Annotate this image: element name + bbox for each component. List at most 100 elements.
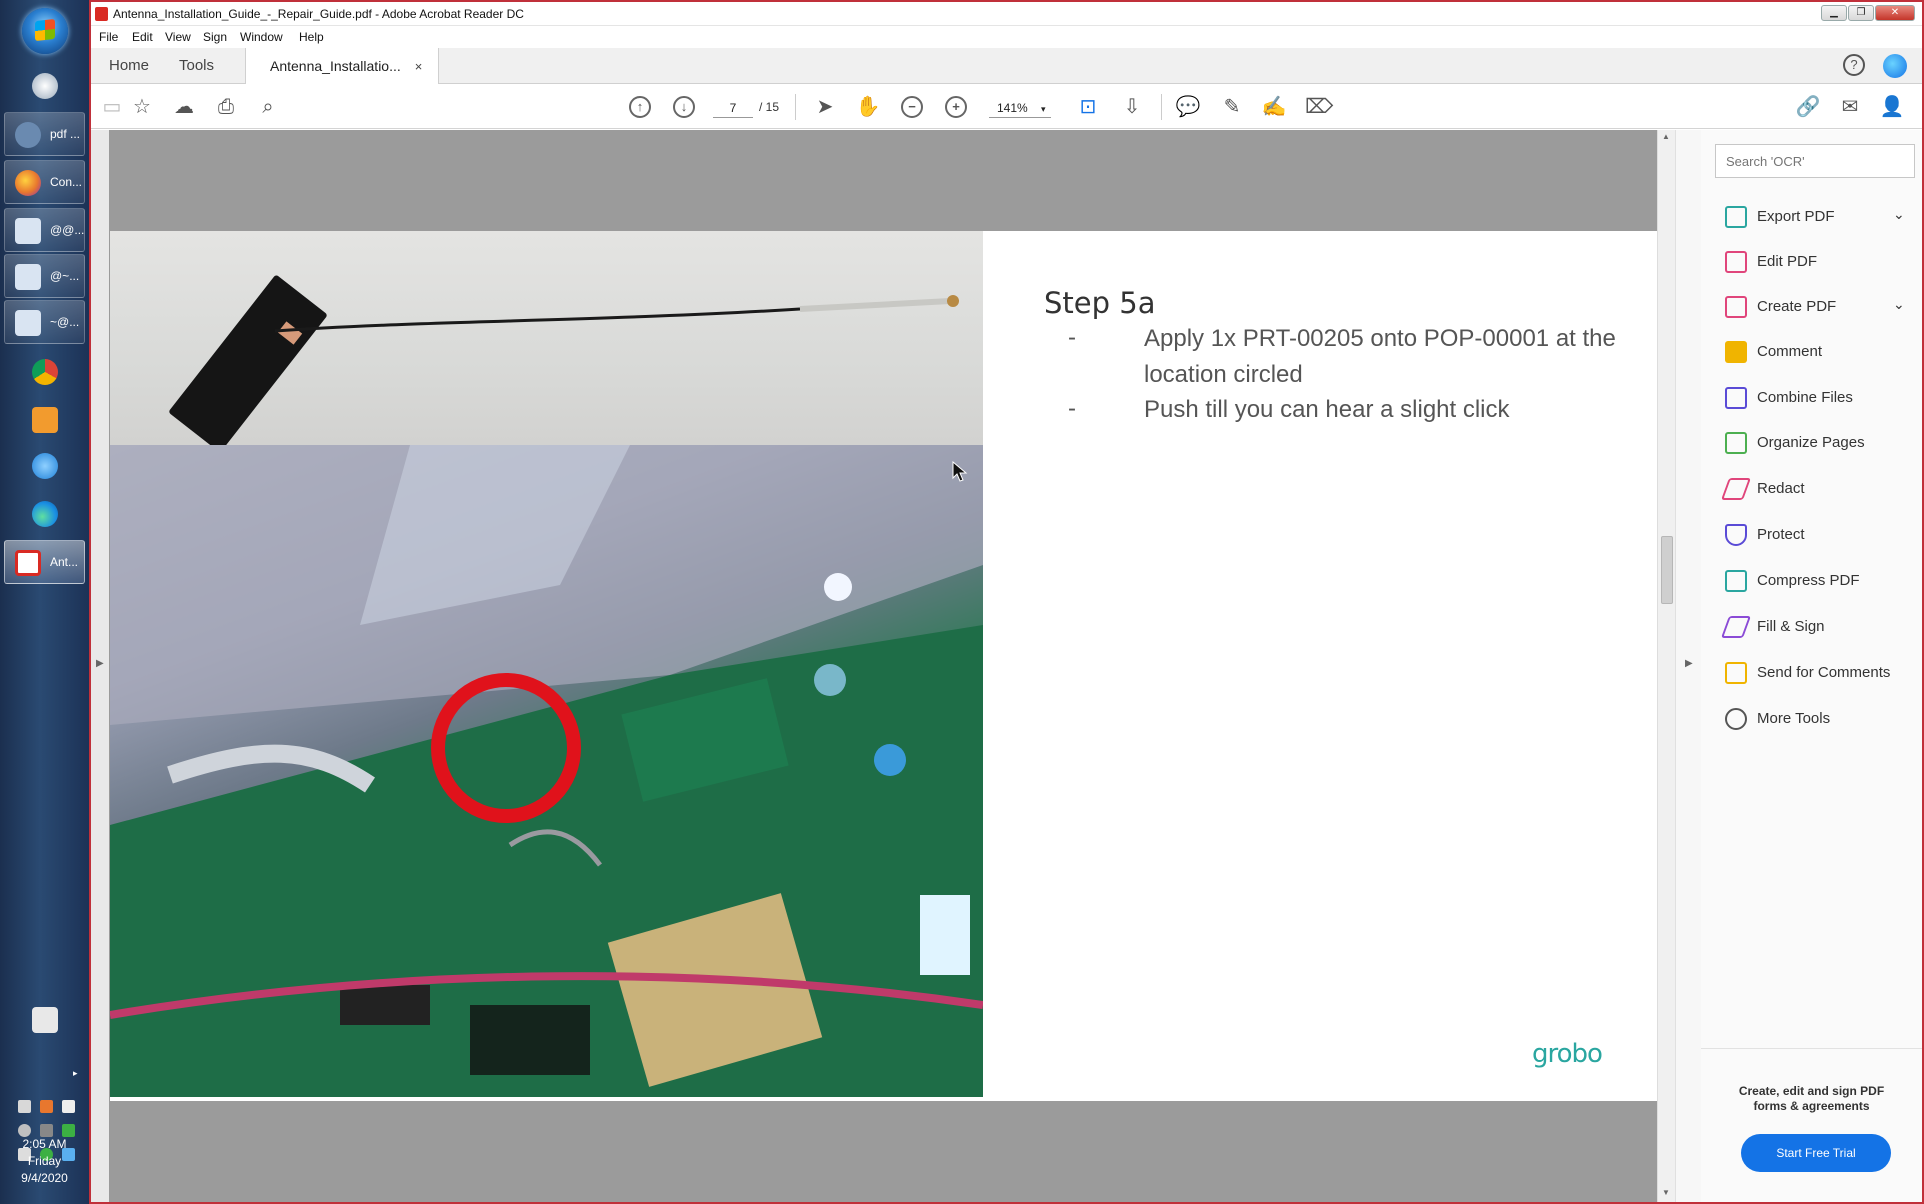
menu-edit[interactable]: Edit — [132, 30, 153, 44]
tool-organize-pages[interactable]: Organize Pages — [1701, 422, 1922, 462]
taskbar-pin-media-player[interactable] — [4, 398, 85, 442]
redact-icon — [1720, 478, 1752, 500]
export-pdf-icon — [1725, 206, 1747, 228]
zoom-in-icon[interactable]: + — [945, 96, 967, 118]
zoom-search-icon[interactable]: ⌕ — [255, 94, 281, 120]
fit-page-icon[interactable]: ⊡ — [1075, 94, 1101, 120]
taskbar-pin-edge[interactable] — [4, 492, 85, 536]
zoom-out-icon[interactable]: − — [901, 96, 923, 118]
select-cursor-icon[interactable]: ➤ — [812, 94, 838, 120]
right-pane-toggle[interactable]: ▶ — [1675, 130, 1701, 1202]
chevron-down-icon[interactable]: ⌄ — [1893, 296, 1905, 313]
scroll-up-icon[interactable]: ▲ — [1662, 132, 1670, 141]
menu-view[interactable]: View — [165, 30, 191, 44]
zoom-value: 141% — [997, 101, 1028, 115]
tool-label: Send for Comments — [1757, 664, 1891, 681]
close-window-button[interactable]: ✕ — [1875, 5, 1915, 21]
cloud-upload-icon[interactable]: ☁ — [171, 94, 197, 120]
start-button[interactable] — [22, 8, 68, 54]
document-viewport[interactable]: ▶ Step 5a - Apply 1x PRT-00205 onto POP-… — [91, 130, 1675, 1202]
tool-edit-pdf[interactable]: Edit PDF — [1701, 241, 1922, 281]
tray-expand-icon[interactable]: ▸ — [73, 1068, 78, 1079]
tool-combine-files[interactable]: Combine Files — [1701, 377, 1922, 417]
tool-send-for-comments[interactable]: Send for Comments — [1701, 652, 1922, 692]
mouse-cursor-icon — [952, 461, 968, 482]
taskbar-button-pdf-search[interactable]: pdf ... — [4, 112, 85, 156]
tab-close-icon[interactable]: × — [415, 59, 423, 74]
minimize-button[interactable]: ▁ — [1821, 5, 1847, 21]
zoom-level-select[interactable]: 141% ▾ — [989, 98, 1051, 118]
tool-compress-pdf[interactable]: Compress PDF — [1701, 560, 1922, 600]
taskbar-pin-signature[interactable] — [4, 998, 85, 1042]
print-icon[interactable]: ⎙ — [213, 94, 239, 120]
taskbar-pin-internet-explorer[interactable] — [4, 444, 85, 488]
tool-more-tools[interactable]: More Tools — [1701, 698, 1922, 738]
start-free-trial-button[interactable]: Start Free Trial — [1741, 1134, 1891, 1172]
save-icon[interactable]: ▭ — [99, 94, 125, 120]
comment-tool-icon — [1725, 341, 1747, 363]
flag-icon[interactable] — [62, 1100, 75, 1113]
scrollbar-thumb[interactable] — [1661, 536, 1673, 604]
next-page-icon[interactable]: ↓ — [673, 96, 695, 118]
chevron-down-icon[interactable]: ⌄ — [1893, 206, 1905, 223]
taskbar-button-doc-1[interactable]: @@... — [4, 208, 85, 252]
sign-icon[interactable]: ✍ — [1261, 94, 1287, 120]
tool-redact[interactable]: Redact — [1701, 468, 1922, 508]
page-number-input[interactable]: 7 — [713, 98, 753, 118]
tab-tools[interactable]: Tools — [179, 48, 214, 84]
bookmark-star-icon[interactable]: ☆ — [129, 94, 155, 120]
antenna-photo — [110, 231, 983, 445]
tool-fill-sign[interactable]: Fill & Sign — [1701, 606, 1922, 646]
taskbar-clock[interactable]: 2:05 AM Friday 9/4/2020 — [0, 1136, 89, 1187]
menu-file[interactable]: File — [99, 30, 118, 44]
menu-window[interactable]: Window — [240, 30, 283, 44]
bullet-marker: - — [1068, 395, 1076, 422]
taskbar-button-doc-2[interactable]: @~... — [4, 254, 85, 298]
shield-icon — [1725, 524, 1747, 546]
tag-edit-icon[interactable]: ⌦ — [1305, 94, 1333, 120]
hand-tool-icon[interactable]: ✋ — [855, 94, 881, 120]
tab-document[interactable]: Antenna_Installatio... × — [245, 48, 440, 85]
tool-create-pdf[interactable]: Create PDF ⌄ — [1701, 286, 1922, 326]
add-user-icon[interactable]: 👤 — [1879, 94, 1905, 120]
menu-bar: File Edit View Sign Window Help — [91, 26, 1922, 48]
speaker-alert-icon[interactable] — [40, 1100, 53, 1113]
clock-time: 2:05 AM — [22, 1137, 67, 1151]
account-avatar[interactable] — [1883, 54, 1907, 78]
comment-icon[interactable]: 💬 — [1175, 94, 1201, 120]
vertical-scrollbar[interactable]: ▲ ▼ — [1657, 130, 1675, 1202]
taskbar-button-firefox[interactable]: Con... — [4, 160, 85, 204]
page-total: / 15 — [759, 100, 780, 114]
help-icon[interactable]: ? — [1843, 54, 1865, 76]
taskbar-pin-network[interactable] — [4, 64, 85, 108]
tools-search-input[interactable] — [1715, 144, 1915, 178]
scrolling-mode-icon[interactable]: ⇩ — [1119, 94, 1145, 120]
fill-sign-icon — [1720, 616, 1752, 638]
tool-protect[interactable]: Protect — [1701, 514, 1922, 554]
tab-home[interactable]: Home — [109, 48, 149, 84]
menu-help[interactable]: Help — [299, 30, 324, 44]
action-center-icon[interactable] — [18, 1100, 31, 1113]
chrome-icon — [32, 359, 58, 385]
taskbar-button-acrobat[interactable]: Ant... — [4, 540, 85, 584]
previous-page-icon[interactable]: ↑ — [629, 96, 651, 118]
maximize-button[interactable]: ❐ — [1848, 5, 1874, 21]
scroll-down-icon[interactable]: ▼ — [1662, 1188, 1670, 1197]
toolbar-divider — [795, 94, 796, 120]
tool-comment[interactable]: Comment — [1701, 331, 1922, 371]
clock-day: Friday — [27, 1154, 62, 1168]
edge-icon — [32, 501, 58, 527]
highlight-pen-icon[interactable]: ✎ — [1219, 94, 1245, 120]
menu-sign[interactable]: Sign — [203, 30, 227, 44]
network-app-icon — [32, 73, 58, 99]
left-pane-toggle[interactable]: ▶ — [91, 130, 109, 1202]
tool-label: Create PDF — [1757, 298, 1837, 315]
taskbar-button-doc-3[interactable]: ~@... — [4, 300, 85, 344]
tool-export-pdf[interactable]: Export PDF ⌄ — [1701, 196, 1922, 236]
share-link-icon[interactable]: 🔗 — [1795, 94, 1821, 120]
tab-bar: Home Tools Antenna_Installatio... × ? — [91, 48, 1922, 85]
send-for-comments-icon — [1725, 662, 1747, 684]
taskbar-pin-chrome[interactable] — [4, 350, 85, 394]
email-icon[interactable]: ✉ — [1837, 94, 1863, 120]
chevron-down-icon: ▾ — [1041, 104, 1046, 114]
